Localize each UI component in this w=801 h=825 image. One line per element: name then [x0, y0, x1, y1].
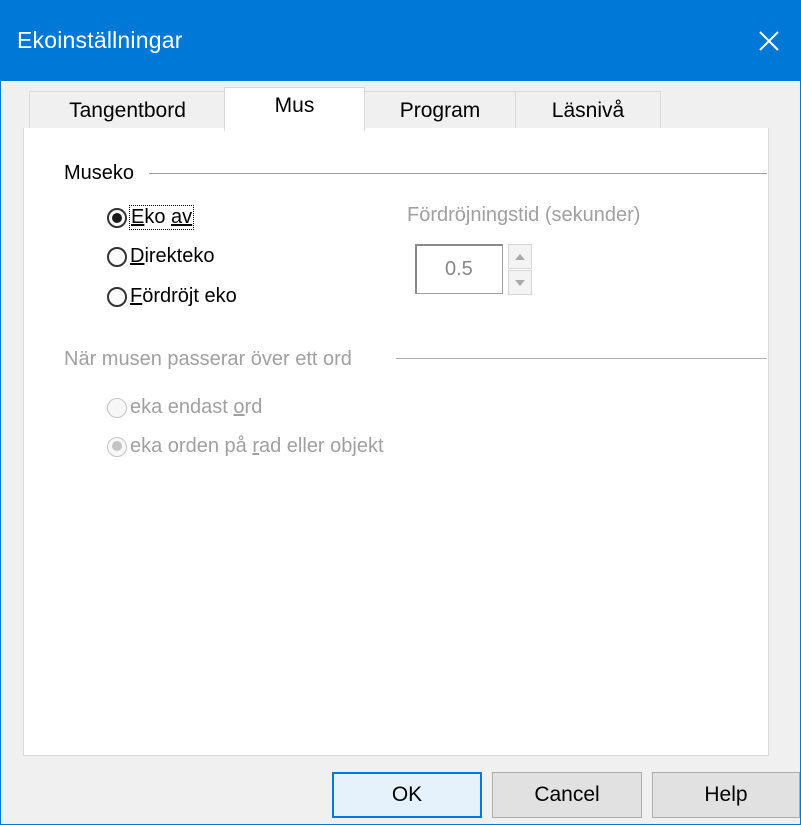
radio-indicator [107, 397, 127, 418]
hover-group-label: När musen passerar över ett ord [64, 348, 364, 371]
title-bar: Ekoinställningar [1, 1, 800, 81]
dialog-window: Ekoinställningar Tangentbord Mus Program… [0, 0, 801, 825]
tab-label: Läsnivå [551, 98, 625, 122]
window-title: Ekoinställningar [17, 27, 183, 53]
close-icon [759, 31, 779, 51]
radio-direkteko[interactable]: Direkteko [107, 245, 214, 268]
radio-eko-av[interactable]: Eko av [107, 205, 195, 230]
help-button[interactable]: Help [652, 772, 800, 818]
radio-fordrojt-eko[interactable]: Fördröjt eko [107, 285, 237, 308]
delay-spinner [508, 244, 532, 296]
radio-label: eka endast ord [130, 396, 263, 418]
radio-eka-endast-ord[interactable]: eka endast ord [107, 396, 262, 419]
group-divider [149, 173, 767, 174]
tab-mus[interactable]: Mus [224, 87, 365, 131]
arrow-down-icon [515, 279, 525, 286]
radio-label: Direkteko [130, 245, 215, 267]
radio-label: eka orden på rad eller objekt [130, 435, 384, 457]
group-divider [396, 358, 767, 359]
tab-lasniva[interactable]: Läsnivå [515, 91, 661, 129]
radio-indicator [107, 436, 127, 457]
radio-indicator [107, 207, 127, 228]
cancel-button[interactable]: Cancel [492, 772, 642, 818]
ok-button[interactable]: OK [332, 772, 482, 818]
spin-down-button[interactable] [508, 270, 532, 295]
delay-value: 0.5 [445, 258, 473, 280]
tab-tangentbord[interactable]: Tangentbord [29, 91, 226, 129]
tab-label: Mus [274, 94, 315, 117]
tab-panel-mus: Museko Eko av Direkteko Fördröjt eko För… [23, 128, 769, 756]
radio-eka-orden-pa-rad[interactable]: eka orden på rad eller objekt [107, 435, 384, 458]
delay-input[interactable]: 0.5 [415, 244, 503, 294]
radio-indicator [107, 286, 127, 307]
close-button[interactable] [738, 1, 800, 81]
arrow-up-icon [515, 253, 525, 260]
tab-program[interactable]: Program [363, 91, 517, 129]
tab-label: Program [399, 98, 481, 122]
spin-up-button[interactable] [508, 244, 532, 269]
radio-label: Fördröjt eko [130, 285, 237, 307]
delay-label: Fördröjningstid (sekunder) [407, 204, 641, 226]
radio-indicator [107, 246, 127, 267]
museko-group-label: Museko [64, 162, 147, 185]
tab-label: Tangentbord [69, 98, 186, 122]
radio-label: Eko av [128, 205, 195, 230]
